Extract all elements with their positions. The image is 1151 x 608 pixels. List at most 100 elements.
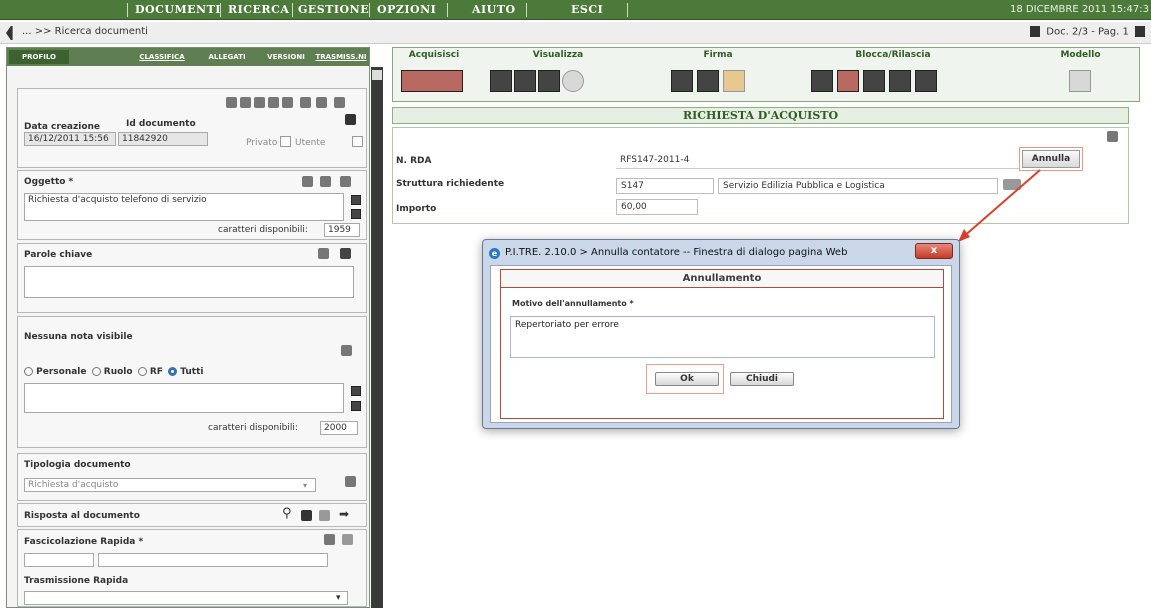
note-input[interactable] — [24, 383, 344, 413]
annulla-dialog: e P.I.TRE. 2.10.0 > Annulla contatore --… — [482, 239, 960, 429]
tab-trasmissioni[interactable]: TRASMISS.NI — [315, 50, 367, 64]
radio-ruolo[interactable] — [91, 367, 101, 376]
radio-rf[interactable] — [137, 367, 147, 376]
tab-allegati[interactable]: ALLEGATI — [205, 50, 249, 64]
visualizza-label: Visualizza — [532, 50, 584, 60]
scroll-up-icon[interactable] — [351, 386, 361, 396]
lock-icon[interactable] — [811, 70, 833, 92]
list-icon[interactable] — [320, 176, 331, 187]
menu-esci[interactable]: ESCI — [571, 0, 603, 20]
toolbar-group-visualizza: Visualizza — [478, 48, 638, 103]
importo-field[interactable]: 60,00 — [616, 199, 698, 215]
breadcrumb: ... >> Ricerca documenti — [22, 26, 148, 37]
save-icon[interactable] — [340, 176, 351, 187]
view-history-icon[interactable] — [562, 70, 584, 92]
menu-aiuto[interactable]: AIUTO — [472, 0, 516, 20]
annullamento-heading: Annullamento — [501, 270, 943, 288]
document-action-icon[interactable] — [316, 97, 327, 108]
radio-personale[interactable] — [24, 367, 33, 376]
id-documento-field: 11842920 — [118, 132, 208, 146]
scan-acquire-icon[interactable] — [401, 70, 463, 92]
link-icon[interactable] — [301, 510, 312, 521]
book-lookup-icon[interactable] — [1003, 179, 1021, 190]
struttura-code-field[interactable]: S147 — [616, 178, 714, 194]
document-action-icon[interactable] — [300, 97, 311, 108]
scroll-up-icon[interactable] — [351, 195, 361, 205]
cosign-icon[interactable] — [697, 70, 719, 92]
view-original-icon[interactable] — [538, 70, 560, 92]
menu-gestione[interactable]: GESTIONE — [298, 0, 369, 20]
search-icon[interactable]: ⚲ — [282, 506, 292, 521]
tab-profilo[interactable]: PROFILO — [9, 50, 69, 64]
oggetto-section: Oggetto * Richiesta d'acquisto telefono … — [17, 170, 367, 240]
privato-checkbox[interactable] — [280, 136, 291, 147]
document-action-icon[interactable] — [240, 97, 251, 108]
parole-chiave-section: Parole chiave — [17, 243, 367, 313]
edit-icon[interactable] — [302, 176, 313, 187]
view-zoom-icon[interactable] — [514, 70, 536, 92]
confirm-icon[interactable] — [915, 70, 937, 92]
annulla-button[interactable]: Annulla — [1019, 147, 1083, 171]
menu-separator — [220, 3, 221, 17]
view-document-icon[interactable] — [490, 70, 512, 92]
utente-checkbox[interactable] — [352, 136, 363, 147]
data-creazione-field: 16/12/2011 15:56 — [24, 132, 116, 146]
tipologia-select[interactable]: Richiesta d'acquisto — [24, 478, 316, 492]
parole-chiave-label: Parole chiave — [24, 250, 93, 260]
document-action-icon[interactable] — [334, 97, 345, 108]
fascicolo-code-input[interactable] — [24, 553, 94, 567]
tab-versioni[interactable]: VERSIONI — [263, 50, 309, 64]
tipologia-detail-icon[interactable] — [345, 476, 356, 487]
fascicolo-icon[interactable] — [324, 534, 335, 545]
template-icon[interactable] — [1069, 70, 1091, 92]
copy-icon[interactable] — [319, 510, 330, 521]
parole-chiave-input[interactable] — [24, 266, 354, 298]
close-button[interactable]: x — [915, 243, 953, 259]
radio-tutti[interactable] — [168, 367, 178, 376]
panel-splitter-scrollbar[interactable] — [371, 67, 383, 608]
document-action-icon[interactable] — [226, 97, 237, 108]
sign-icon[interactable] — [671, 70, 693, 92]
smartcard-icon[interactable] — [723, 70, 745, 92]
doc-position: Doc. 2/3 - Pag. 1 — [1046, 26, 1129, 38]
oggetto-label: Oggetto * — [24, 177, 74, 187]
note-icon[interactable] — [341, 345, 352, 356]
trash-icon[interactable] — [340, 248, 351, 259]
fascicolo-search-icon[interactable] — [342, 534, 353, 545]
tipologia-label: Tipologia documento — [24, 460, 131, 470]
menu-opzioni[interactable]: OPZIONI — [377, 0, 436, 20]
scroll-up-icon[interactable] — [372, 70, 382, 80]
document-action-icon[interactable] — [254, 97, 265, 108]
undo-checkout-icon[interactable] — [889, 70, 911, 92]
scroll-down-icon[interactable] — [351, 401, 361, 411]
ok-button[interactable]: Ok — [655, 372, 719, 386]
keywords-icon[interactable] — [318, 248, 329, 259]
privato-label: Privato — [246, 138, 278, 148]
firma-label: Firma — [703, 50, 733, 60]
checkin-icon[interactable] — [863, 70, 885, 92]
oggetto-input[interactable]: Richiesta d'acquisto telefono di servizi… — [24, 193, 344, 221]
back-arrow-icon[interactable] — [6, 26, 13, 40]
checkout-icon[interactable] — [837, 70, 859, 92]
note-visibility-radios: Personale Ruolo RF Tutti — [24, 367, 203, 377]
menu-documenti[interactable]: DOCUMENTI — [135, 0, 221, 20]
motivo-textarea[interactable]: Repertoriato per errore — [510, 316, 935, 358]
fascicolo-description-input[interactable] — [98, 553, 328, 567]
tab-bar: PROFILO CLASSIFICA ALLEGATI VERSIONI TRA… — [7, 48, 369, 66]
rda-form: N. RDA RFS147-2011-4 Struttura richieden… — [392, 127, 1129, 224]
print-icon[interactable] — [345, 114, 356, 125]
scroll-down-icon[interactable] — [351, 209, 361, 219]
trasmissione-select[interactable] — [24, 591, 348, 605]
menu-ricerca[interactable]: RICERCA — [228, 0, 289, 20]
caratteri-oggetto-count: 1959 — [324, 223, 360, 237]
form-save-icon[interactable] — [1107, 131, 1118, 142]
caratteri-label: caratteri disponibili: — [218, 225, 308, 235]
arrow-right-icon[interactable]: ➡ — [339, 507, 349, 521]
prev-doc-icon[interactable] — [1030, 26, 1041, 37]
chevron-down-icon: ▾ — [336, 593, 341, 603]
document-action-icon[interactable] — [282, 97, 293, 108]
next-doc-icon[interactable] — [1135, 26, 1145, 37]
document-action-icon[interactable] — [268, 97, 279, 108]
tab-classifica[interactable]: CLASSIFICA — [127, 50, 197, 64]
chiudi-button[interactable]: Chiudi — [730, 372, 794, 386]
